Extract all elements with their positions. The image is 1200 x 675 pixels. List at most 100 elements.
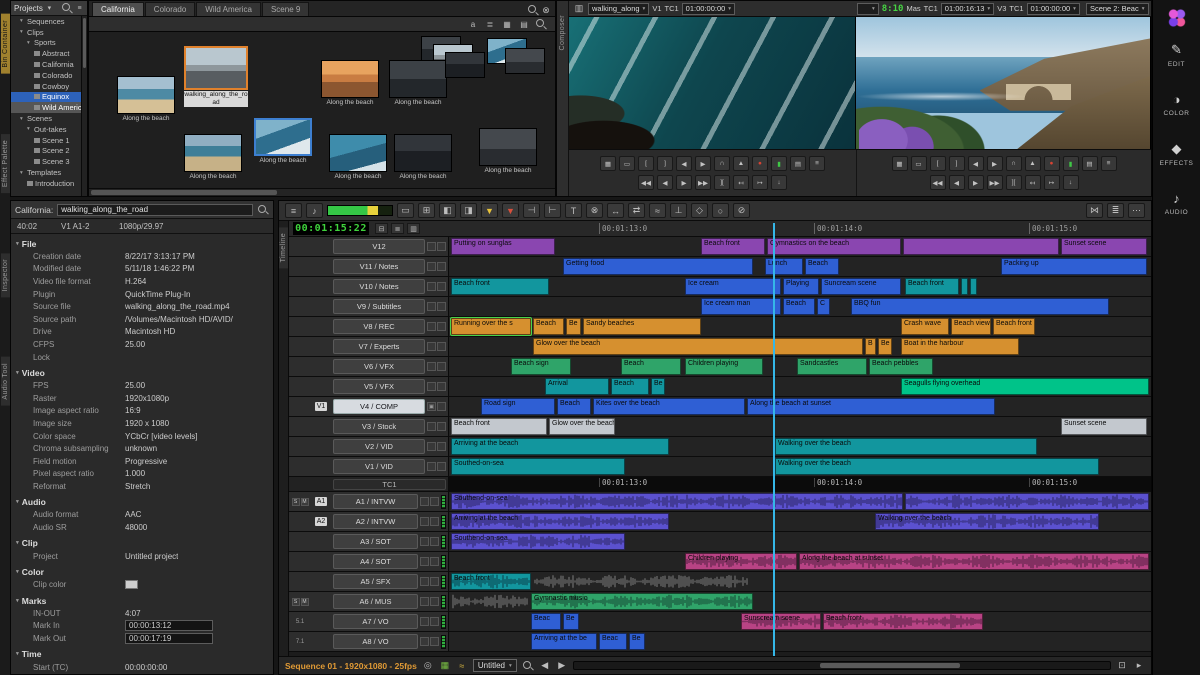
projects-search-icon[interactable]	[61, 2, 73, 14]
timeline-clip[interactable]: Putting on sunglas	[451, 238, 555, 255]
track-monitor-icon[interactable]	[427, 262, 436, 271]
sequence-menu[interactable]: Scene 2: Beac▾	[1086, 3, 1149, 15]
track-monitor-icon[interactable]	[427, 462, 436, 471]
splice-in-icon[interactable]: ▼	[481, 203, 498, 218]
timeline-clip[interactable]: Along the beach at sunset	[799, 553, 1149, 570]
timeline-clip[interactable]: Kites over the beach	[593, 398, 745, 415]
section-header[interactable]: ▾Color	[11, 565, 273, 578]
track-lane-a1[interactable]: Southend-on-sea	[449, 492, 1151, 511]
section-header[interactable]: ▾Clip	[11, 537, 273, 550]
track-button-tc1[interactable]: TC1	[333, 479, 446, 490]
twirl-down-icon[interactable]: ▾	[20, 29, 27, 35]
bin-clip[interactable]: Along the beach	[184, 134, 242, 181]
track-monitor-icon[interactable]	[427, 302, 436, 311]
bin-clip[interactable]: walking_along_the_road	[184, 46, 248, 107]
timeline-clip[interactable]: Be	[651, 378, 665, 395]
add-edit-icon[interactable]: ⊗	[586, 203, 603, 218]
tree-item-abstract[interactable]: Abstract	[11, 48, 87, 59]
center-playhead-icon[interactable]: ◎	[422, 660, 434, 672]
track-button-a2[interactable]: A2 / INTVW	[333, 514, 418, 529]
track-lock-icon[interactable]	[430, 577, 439, 586]
timeline-clip[interactable]: Arriving at the beach	[451, 513, 669, 530]
bin-search-icon[interactable]	[535, 18, 547, 30]
expand-icon[interactable]: ▸	[1133, 660, 1145, 672]
track-button-v2[interactable]: V2 / VID	[333, 439, 425, 454]
timeline-clip[interactable]: Beach	[611, 378, 649, 395]
timeline-clip[interactable]: Beach front	[993, 318, 1035, 335]
timeline-clip[interactable]: Be	[629, 633, 645, 650]
timeline-clip[interactable]: Children playing	[685, 553, 797, 570]
timeline-clip[interactable]: Be	[563, 613, 579, 630]
timeline-clip[interactable]: Road sign	[481, 398, 555, 415]
bin-clip[interactable]: Along the beach	[389, 60, 447, 107]
tree-item-colorado[interactable]: Colorado	[11, 70, 87, 81]
timeline-clip[interactable]: Beac	[531, 613, 561, 630]
step-backward-button[interactable]: ◀	[968, 156, 984, 171]
track-button-v3[interactable]: V3 / Stock	[333, 419, 425, 434]
track-lane-a7[interactable]: BeacBeSunscream sceneBeach front	[449, 612, 1151, 631]
timeline-clip[interactable]: Beach front	[451, 278, 549, 295]
timeline-clip[interactable]: Gymnastics on the beach	[767, 238, 901, 255]
left-rail-tab-bin-container[interactable]: Bin Container	[1, 14, 10, 74]
source-patch-a2[interactable]: A2	[315, 517, 328, 526]
loop-button[interactable]: ∩	[1006, 156, 1022, 171]
twirl-down-icon[interactable]: ▾	[20, 116, 27, 122]
track-lane-a3[interactable]: Southend-on-sea	[449, 532, 1151, 551]
timeline-clip[interactable]	[905, 493, 1149, 510]
bin-clip-stack-thumb[interactable]	[505, 48, 545, 74]
track-monitor-icon[interactable]	[427, 382, 436, 391]
text-view-icon[interactable]: ▤	[518, 18, 530, 30]
timeline-clip[interactable]: Arriving at the be	[531, 633, 597, 650]
track-lock-icon[interactable]	[437, 302, 446, 311]
track-monitor-icon[interactable]	[420, 597, 429, 606]
track-monitor-icon[interactable]	[427, 242, 436, 251]
track-lane-v3[interactable]: Beach frontGlow over the beachSunset sce…	[449, 417, 1151, 436]
tree-item-equinox[interactable]: Equinox	[11, 92, 87, 103]
track-monitor-icon[interactable]	[427, 322, 436, 331]
track-monitor-icon[interactable]	[420, 497, 429, 506]
timeline-clip[interactable]: Playing	[783, 278, 819, 295]
bin-close-icon[interactable]: ⊗	[540, 4, 552, 16]
track-lane-a2[interactable]: Arriving at the beachWalking over the be…	[449, 512, 1151, 531]
effect-mode-icon[interactable]: ◇	[691, 203, 708, 218]
tree-item-california[interactable]: California	[11, 59, 87, 70]
track-lane-v7[interactable]: Glow over the beachBBeBoat in the harbou…	[449, 337, 1151, 356]
track-lane-v12[interactable]: Putting on sunglasBeach frontGymnastics …	[449, 237, 1151, 256]
timeline-panel-icon[interactable]: ⊡	[1116, 660, 1128, 672]
rewind-button[interactable]: ◀◀	[638, 175, 654, 190]
track-button-v12[interactable]: V12	[333, 239, 425, 254]
timeline-vertical-tab[interactable]: Timeline	[279, 227, 288, 268]
tree-item-wild-america[interactable]: Wild America	[11, 102, 87, 113]
render-icon[interactable]: ⊘	[733, 203, 750, 218]
timeline-clip[interactable]: Beach front	[823, 613, 983, 630]
video-quality-icon[interactable]: ▭	[397, 203, 414, 218]
timeline-clip[interactable]: Southend-on-sea	[451, 533, 625, 550]
video-quality-green-icon[interactable]: ▦	[439, 660, 451, 672]
mark-out-button[interactable]: ]	[949, 156, 965, 171]
tool-palette-button[interactable]: ▤	[790, 156, 806, 171]
video-quality-button[interactable]: ▦	[892, 156, 908, 171]
track-lock-icon[interactable]	[437, 322, 446, 331]
track-lock-icon[interactable]	[430, 617, 439, 626]
track-lane-a5[interactable]: Beach front	[449, 572, 1151, 591]
timeline-menu-icon[interactable]: ≡	[285, 203, 302, 218]
tree-item-scenes[interactable]: ▾Scenes	[11, 113, 87, 124]
bin-clip[interactable]: Along the beach	[329, 134, 387, 181]
mark-out-icon[interactable]: ◨	[460, 203, 477, 218]
match-frame-button[interactable]: ↓	[1063, 175, 1079, 190]
bin-clip[interactable]: Along the beach	[321, 60, 379, 107]
workspace-effects[interactable]: ◆EFFECTS	[1160, 141, 1194, 167]
match-frame-icon[interactable]: ⊥	[670, 203, 687, 218]
twirl-down-icon[interactable]: ▾	[20, 170, 27, 176]
track-monitor-icon[interactable]	[427, 422, 436, 431]
timeline-clip[interactable]: Beach	[621, 358, 681, 375]
tree-item-scene-3[interactable]: Scene 3	[11, 156, 87, 167]
frame-forward-button[interactable]: ▶	[676, 175, 692, 190]
timeline-clip[interactable]: C	[817, 298, 830, 315]
section-header[interactable]: ▾Audio	[11, 496, 273, 509]
timeline-clip[interactable]: Beach sign	[511, 358, 571, 375]
timeline-clip[interactable]: Getting food	[563, 258, 753, 275]
overwrite-icon[interactable]: ▼	[502, 203, 519, 218]
tree-item-sequences[interactable]: ▾Sequences	[11, 16, 87, 27]
trim-right-icon[interactable]: ⊢	[544, 203, 561, 218]
